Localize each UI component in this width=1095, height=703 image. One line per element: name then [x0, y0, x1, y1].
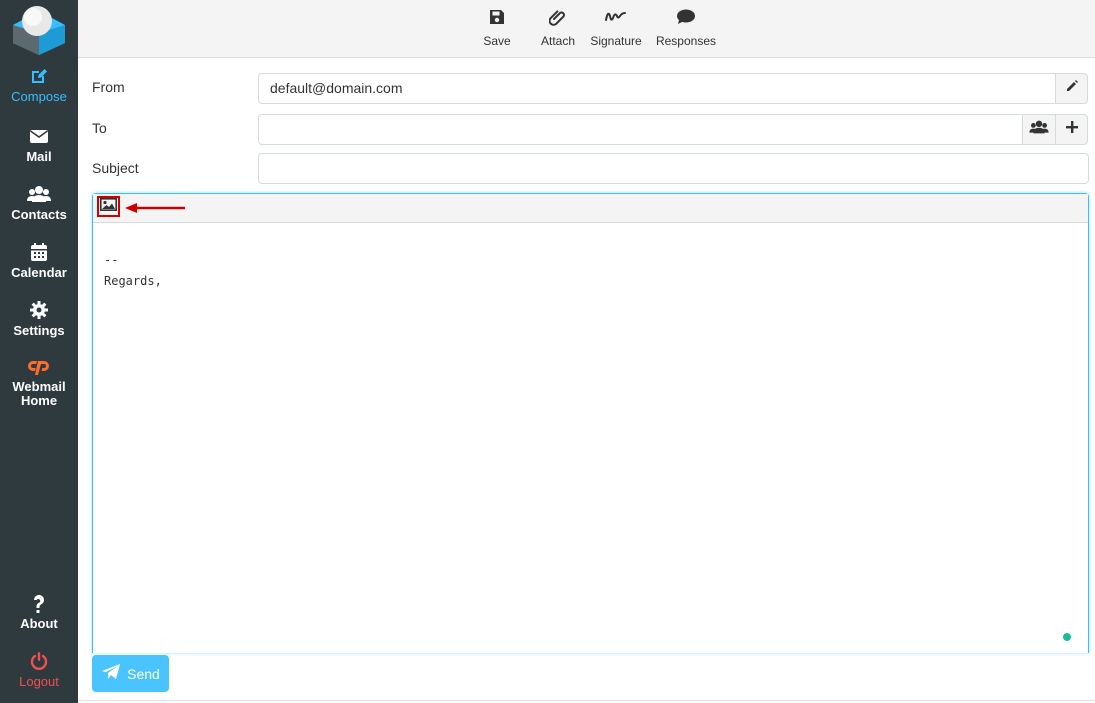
- sidebar-item-logout[interactable]: Logout: [0, 651, 78, 689]
- message-body[interactable]: -- Regards,: [104, 250, 162, 292]
- responses-label: Responses: [655, 34, 717, 48]
- sidebar-item-label: Settings: [13, 323, 65, 338]
- users-icon: [1029, 119, 1049, 140]
- sidebar-item-settings[interactable]: Settings: [0, 300, 78, 338]
- sidebar-item-compose[interactable]: Compose: [0, 66, 78, 104]
- sidebar-item-contacts[interactable]: Contacts: [0, 184, 78, 222]
- to-field[interactable]: [258, 114, 1023, 145]
- address-book-button[interactable]: [1022, 114, 1055, 145]
- power-icon: [0, 651, 78, 673]
- insert-image-button[interactable]: [97, 196, 120, 217]
- save-label: Save: [483, 34, 511, 48]
- sidebar-item-label: Webmail: [12, 379, 66, 394]
- floppy-disk-icon: [482, 8, 512, 28]
- from-field[interactable]: default@domain.com: [258, 73, 1056, 104]
- signature-separator: --: [104, 253, 119, 267]
- image-icon: [100, 197, 117, 216]
- users-icon: [0, 184, 78, 206]
- compose-toolbar: Save Attach Signature Responses: [78, 0, 1095, 58]
- paper-plane-icon: [101, 663, 121, 684]
- sidebar-item-label: Home: [20, 393, 58, 408]
- save-button[interactable]: Save: [482, 8, 512, 48]
- send-button[interactable]: Send: [92, 655, 169, 692]
- editor-toolbar: [93, 194, 1088, 223]
- add-header-button[interactable]: [1055, 114, 1088, 145]
- roundcube-logo[interactable]: [13, 3, 65, 55]
- sidebar-item-label: About: [20, 616, 58, 631]
- sidebar-item-label: Calendar: [11, 265, 67, 280]
- sidebar-item-label: Mail: [26, 149, 52, 164]
- speech-bubble-icon: [654, 8, 718, 28]
- subject-label: Subject: [92, 160, 139, 176]
- cpanel-icon: [0, 357, 78, 379]
- divider: [78, 700, 1095, 701]
- sidebar-item-label: Logout: [19, 674, 59, 689]
- plus-icon: [1065, 120, 1079, 139]
- signature-label: Signature: [590, 34, 642, 48]
- sidebar-item-calendar[interactable]: Calendar: [0, 242, 78, 280]
- signature-icon: [588, 8, 644, 28]
- to-label: To: [92, 120, 107, 136]
- from-label: From: [92, 79, 125, 95]
- edit-identity-button[interactable]: [1055, 73, 1088, 104]
- sidebar-item-label: Contacts: [11, 207, 67, 222]
- envelope-icon: [0, 126, 78, 148]
- paperclip-icon: [538, 8, 578, 28]
- status-indicator: [1063, 633, 1071, 641]
- calendar-icon: [0, 242, 78, 264]
- signature-button[interactable]: Signature: [588, 8, 644, 48]
- gear-icon: [0, 300, 78, 322]
- annotation-arrow-icon: [125, 203, 185, 213]
- message-editor[interactable]: -- Regards,: [92, 193, 1089, 653]
- sidebar-item-mail[interactable]: Mail: [0, 126, 78, 164]
- subject-field[interactable]: [258, 153, 1089, 184]
- pencil-icon: [1065, 79, 1079, 98]
- sidebar: Compose Mail Contacts Calendar Settings …: [0, 0, 78, 703]
- question-icon: [0, 593, 78, 615]
- send-label: Send: [127, 665, 160, 682]
- signature-text: Regards,: [104, 274, 162, 288]
- attach-button[interactable]: Attach: [538, 8, 578, 48]
- sidebar-item-webmail-home[interactable]: Webmail Home: [0, 357, 78, 408]
- responses-button[interactable]: Responses: [654, 8, 718, 48]
- sidebar-item-about[interactable]: About: [0, 593, 78, 631]
- compose-icon: [0, 66, 78, 88]
- sidebar-item-label: Compose: [11, 89, 67, 104]
- attach-label: Attach: [540, 34, 576, 48]
